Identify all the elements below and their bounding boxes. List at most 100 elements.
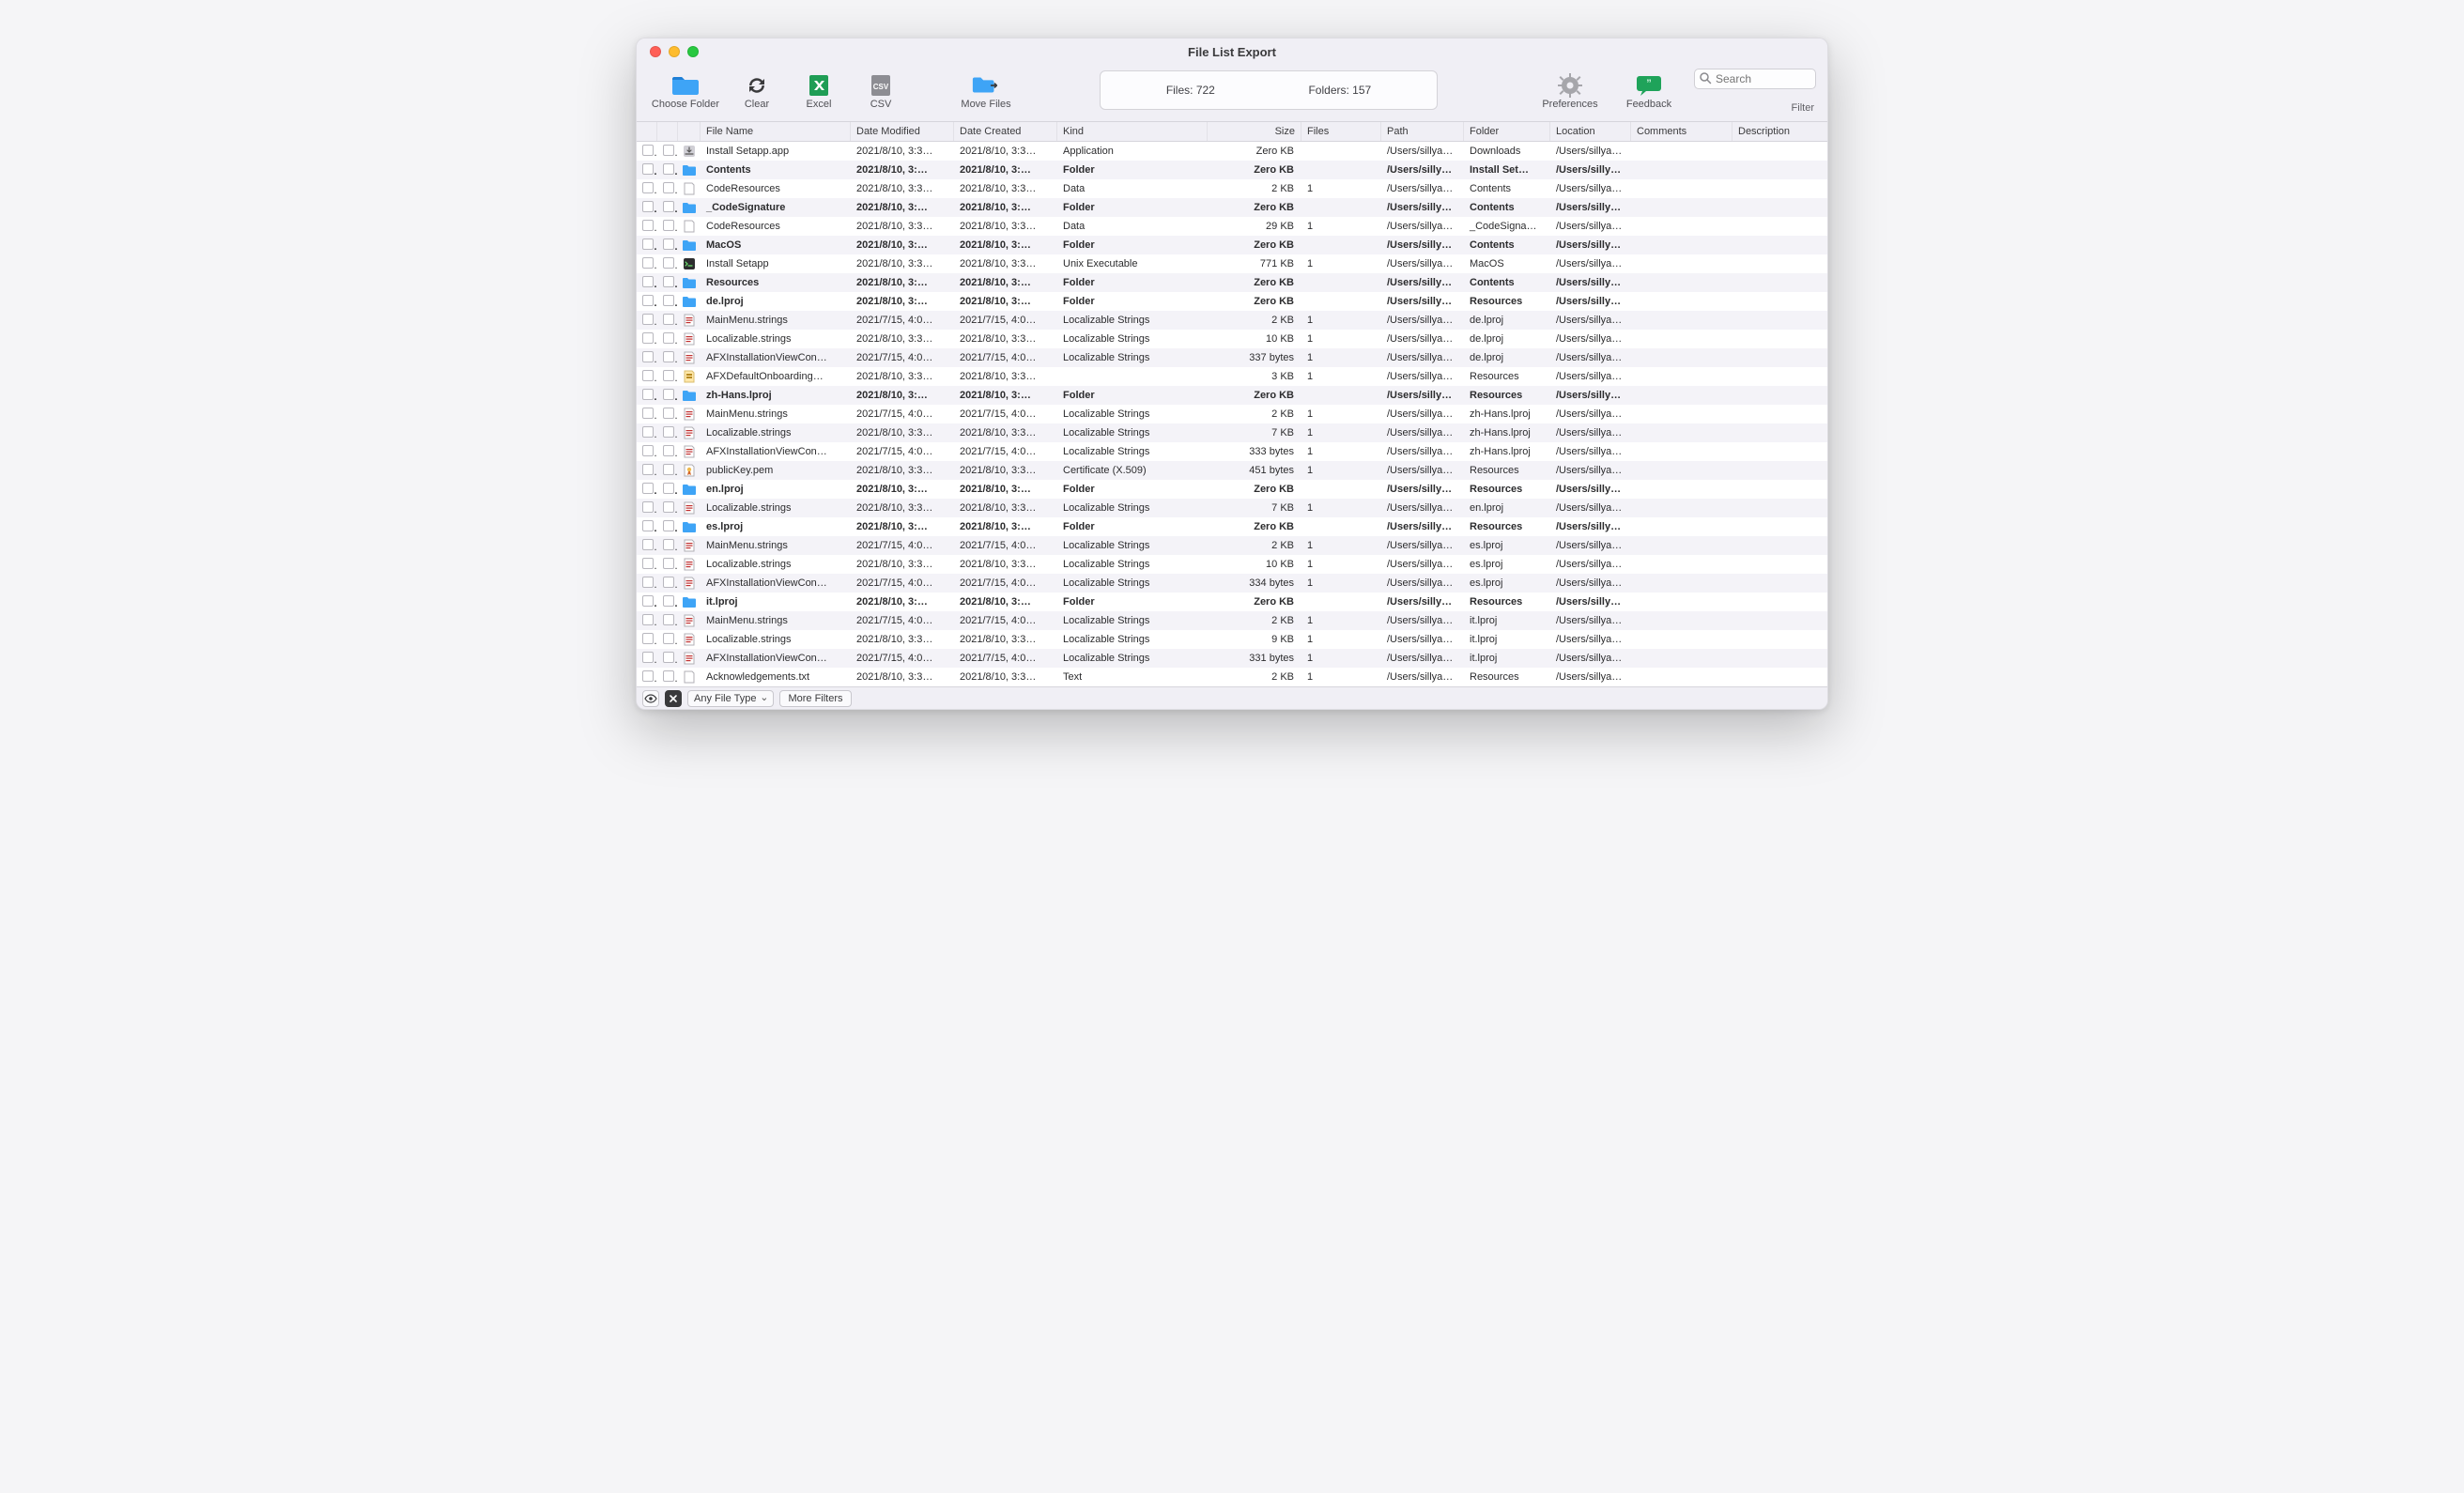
table-row[interactable]: MainMenu.strings2021/7/15, 4:0…2021/7/15… bbox=[637, 611, 1827, 630]
table-row[interactable]: Localizable.strings2021/8/10, 3:3…2021/8… bbox=[637, 423, 1827, 442]
table-row[interactable]: CodeResources2021/8/10, 3:3…2021/8/10, 3… bbox=[637, 217, 1827, 236]
maximize-window-button[interactable] bbox=[687, 46, 699, 57]
row-checkbox-2[interactable] bbox=[657, 257, 678, 271]
row-checkbox-2[interactable] bbox=[657, 670, 678, 685]
row-checkbox-2[interactable] bbox=[657, 145, 678, 159]
col-date-modified[interactable]: Date Modified bbox=[851, 122, 954, 141]
row-checkbox-1[interactable] bbox=[637, 558, 657, 572]
row-checkbox-2[interactable] bbox=[657, 520, 678, 534]
row-checkbox-1[interactable] bbox=[637, 351, 657, 365]
table-row[interactable]: publicKey.pem2021/8/10, 3:3…2021/8/10, 3… bbox=[637, 461, 1827, 480]
row-checkbox-2[interactable] bbox=[657, 633, 678, 647]
row-checkbox-1[interactable] bbox=[637, 389, 657, 403]
col-folder[interactable]: Folder bbox=[1464, 122, 1550, 141]
col-description[interactable]: Description bbox=[1732, 122, 1827, 141]
table-row[interactable]: Localizable.strings2021/8/10, 3:3…2021/8… bbox=[637, 499, 1827, 517]
file-type-select[interactable]: Any File Type bbox=[687, 690, 774, 707]
row-checkbox-1[interactable] bbox=[637, 539, 657, 553]
clear-filter-button[interactable] bbox=[665, 690, 682, 707]
row-checkbox-1[interactable] bbox=[637, 408, 657, 422]
table-row[interactable]: es.lproj2021/8/10, 3:…2021/8/10, 3:…Fold… bbox=[637, 517, 1827, 536]
table-row[interactable]: Resources2021/8/10, 3:…2021/8/10, 3:…Fol… bbox=[637, 273, 1827, 292]
feedback-button[interactable]: ” Feedback bbox=[1611, 69, 1686, 112]
row-checkbox-2[interactable] bbox=[657, 370, 678, 384]
row-checkbox-1[interactable] bbox=[637, 163, 657, 177]
row-checkbox-1[interactable] bbox=[637, 257, 657, 271]
col-file-name[interactable]: File Name bbox=[701, 122, 851, 141]
row-checkbox-1[interactable] bbox=[637, 239, 657, 253]
table-row[interactable]: it.lproj2021/8/10, 3:…2021/8/10, 3:…Fold… bbox=[637, 593, 1827, 611]
row-checkbox-2[interactable] bbox=[657, 239, 678, 253]
row-checkbox-1[interactable] bbox=[637, 295, 657, 309]
col-kind[interactable]: Kind bbox=[1057, 122, 1208, 141]
table-row[interactable]: MacOS2021/8/10, 3:…2021/8/10, 3:…FolderZ… bbox=[637, 236, 1827, 254]
row-checkbox-2[interactable] bbox=[657, 614, 678, 628]
row-checkbox-2[interactable] bbox=[657, 652, 678, 666]
row-checkbox-2[interactable] bbox=[657, 182, 678, 196]
col-path[interactable]: Path bbox=[1381, 122, 1464, 141]
row-checkbox-2[interactable] bbox=[657, 577, 678, 591]
row-checkbox-1[interactable] bbox=[637, 501, 657, 516]
row-checkbox-2[interactable] bbox=[657, 408, 678, 422]
row-checkbox-1[interactable] bbox=[637, 520, 657, 534]
preferences-button[interactable]: Preferences bbox=[1532, 69, 1608, 112]
table-row[interactable]: AFXInstallationViewCon…2021/7/15, 4:0…20… bbox=[637, 649, 1827, 668]
col-comments[interactable]: Comments bbox=[1631, 122, 1732, 141]
minimize-window-button[interactable] bbox=[669, 46, 680, 57]
row-checkbox-1[interactable] bbox=[637, 201, 657, 215]
excel-button[interactable]: Excel bbox=[791, 69, 847, 112]
search-input[interactable] bbox=[1694, 69, 1816, 89]
row-checkbox-1[interactable] bbox=[637, 220, 657, 234]
table-row[interactable]: Acknowledgements.txt2021/8/10, 3:3…2021/… bbox=[637, 668, 1827, 686]
row-checkbox-2[interactable] bbox=[657, 295, 678, 309]
table-row[interactable]: Contents2021/8/10, 3:…2021/8/10, 3:…Fold… bbox=[637, 161, 1827, 179]
table-row[interactable]: _CodeSignature2021/8/10, 3:…2021/8/10, 3… bbox=[637, 198, 1827, 217]
col-date-created[interactable]: Date Created bbox=[954, 122, 1057, 141]
col-size[interactable]: Size bbox=[1208, 122, 1301, 141]
move-files-button[interactable]: Move Files bbox=[948, 69, 1024, 112]
row-checkbox-2[interactable] bbox=[657, 464, 678, 478]
table-row[interactable]: MainMenu.strings2021/7/15, 4:0…2021/7/15… bbox=[637, 536, 1827, 555]
table-row[interactable]: Localizable.strings2021/8/10, 3:3…2021/8… bbox=[637, 630, 1827, 649]
row-checkbox-2[interactable] bbox=[657, 220, 678, 234]
row-checkbox-1[interactable] bbox=[637, 182, 657, 196]
row-checkbox-1[interactable] bbox=[637, 633, 657, 647]
table-row[interactable]: en.lproj2021/8/10, 3:…2021/8/10, 3:…Fold… bbox=[637, 480, 1827, 499]
row-checkbox-2[interactable] bbox=[657, 539, 678, 553]
row-checkbox-2[interactable] bbox=[657, 483, 678, 497]
choose-folder-button[interactable]: Choose Folder bbox=[648, 69, 723, 112]
table-row[interactable]: Install Setapp.app2021/8/10, 3:3…2021/8/… bbox=[637, 142, 1827, 161]
table-row[interactable]: MainMenu.strings2021/7/15, 4:0…2021/7/15… bbox=[637, 311, 1827, 330]
table-row[interactable]: AFXInstallationViewCon…2021/7/15, 4:0…20… bbox=[637, 442, 1827, 461]
table-row[interactable]: Localizable.strings2021/8/10, 3:3…2021/8… bbox=[637, 555, 1827, 574]
row-checkbox-2[interactable] bbox=[657, 558, 678, 572]
row-checkbox-2[interactable] bbox=[657, 445, 678, 459]
row-checkbox-2[interactable] bbox=[657, 426, 678, 440]
row-checkbox-1[interactable] bbox=[637, 595, 657, 609]
row-checkbox-2[interactable] bbox=[657, 351, 678, 365]
row-checkbox-2[interactable] bbox=[657, 163, 678, 177]
table-row[interactable]: AFXInstallationViewCon…2021/7/15, 4:0…20… bbox=[637, 574, 1827, 593]
close-window-button[interactable] bbox=[650, 46, 661, 57]
row-checkbox-1[interactable] bbox=[637, 670, 657, 685]
row-checkbox-1[interactable] bbox=[637, 370, 657, 384]
row-checkbox-1[interactable] bbox=[637, 314, 657, 328]
table-row[interactable]: CodeResources2021/8/10, 3:3…2021/8/10, 3… bbox=[637, 179, 1827, 198]
table-row[interactable]: zh-Hans.lproj2021/8/10, 3:…2021/8/10, 3:… bbox=[637, 386, 1827, 405]
row-checkbox-1[interactable] bbox=[637, 426, 657, 440]
row-checkbox-2[interactable] bbox=[657, 389, 678, 403]
clear-button[interactable]: Clear bbox=[729, 69, 785, 112]
row-checkbox-2[interactable] bbox=[657, 314, 678, 328]
row-checkbox-2[interactable] bbox=[657, 595, 678, 609]
col-check2[interactable] bbox=[657, 122, 678, 141]
row-checkbox-1[interactable] bbox=[637, 614, 657, 628]
row-checkbox-1[interactable] bbox=[637, 445, 657, 459]
csv-button[interactable]: CSV CSV bbox=[853, 69, 909, 112]
row-checkbox-1[interactable] bbox=[637, 652, 657, 666]
col-check1[interactable] bbox=[637, 122, 657, 141]
row-checkbox-1[interactable] bbox=[637, 483, 657, 497]
col-icon[interactable] bbox=[678, 122, 701, 141]
quicklook-button[interactable] bbox=[642, 690, 659, 707]
row-checkbox-1[interactable] bbox=[637, 577, 657, 591]
row-checkbox-1[interactable] bbox=[637, 464, 657, 478]
